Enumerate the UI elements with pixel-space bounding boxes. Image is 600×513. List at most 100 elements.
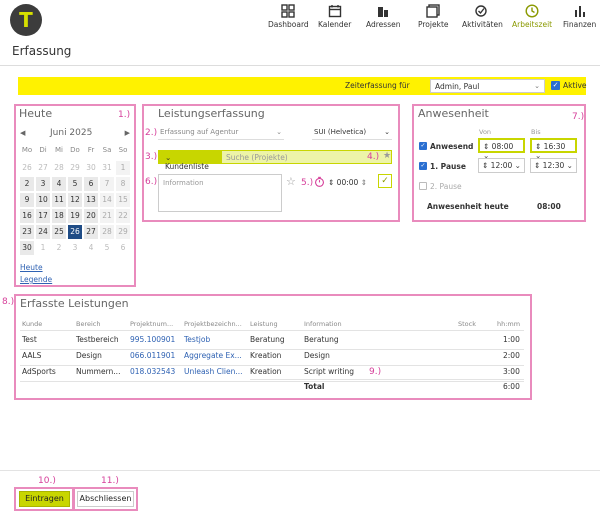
calendar-day[interactable]: 20 — [84, 209, 98, 223]
calendar-day[interactable]: 4 — [52, 177, 66, 191]
calendar-day[interactable]: 17 — [36, 209, 50, 223]
calendar-day[interactable]: 26 — [20, 161, 34, 175]
anwesend-bis-input[interactable]: ⇕ 16:30 ⌄ — [530, 138, 577, 160]
col-header-hhmm[interactable]: hh:mm — [497, 320, 520, 328]
calendar-day[interactable]: 12 — [68, 193, 82, 207]
anwesend-von-input[interactable]: ⇕ 08:00 ⌄ — [478, 138, 525, 160]
nav-arbeitszeit[interactable]: Arbeitszeit — [512, 4, 552, 29]
calendar-day[interactable]: 3 — [68, 241, 82, 255]
time-stepper[interactable]: ⇕ 00:00 ⇕ — [328, 178, 367, 187]
erfassung-select-value: Erfassung auf Agentur — [160, 128, 239, 136]
aktive-checkbox[interactable]: ✓ — [551, 81, 560, 90]
pause2-checkbox[interactable] — [419, 182, 427, 190]
star-outline-icon[interactable]: ☆ — [286, 175, 296, 188]
calendar-day[interactable]: 28 — [100, 225, 114, 239]
calendar-day[interactable]: 19 — [68, 209, 82, 223]
marker-8: 8.) — [2, 297, 15, 307]
table-cell[interactable]: 995.100901 — [130, 335, 175, 344]
col-header-projektnummer[interactable]: Projektnum... — [130, 320, 173, 328]
heute-link[interactable]: Heute — [20, 263, 43, 272]
calendar-day[interactable]: 26 — [68, 225, 82, 239]
calendar-day[interactable]: 9 — [20, 193, 34, 207]
calendar-day[interactable]: 25 — [52, 225, 66, 239]
calendar-day[interactable]: 5 — [68, 177, 82, 191]
calendar-day[interactable]: 16 — [20, 209, 34, 223]
anwesend-checkbox[interactable]: ✓ — [419, 142, 427, 150]
calendar-day[interactable]: 27 — [36, 161, 50, 175]
calendar-day[interactable]: 31 — [100, 161, 114, 175]
calendar-day[interactable]: 10 — [36, 193, 50, 207]
erfassung-select[interactable]: Erfassung auf Agentur ⌄ — [158, 126, 284, 140]
calendar-day[interactable]: 27 — [84, 225, 98, 239]
table-cell[interactable]: 066.011901 — [130, 351, 175, 360]
pause1-bis-value: 12:30 — [542, 161, 565, 170]
search-input[interactable]: Suche (Projekte) — [226, 153, 288, 162]
row-divider — [20, 365, 524, 366]
col-header-leistung[interactable]: Leistung — [250, 320, 278, 328]
nav-kalender[interactable]: Kalender — [318, 4, 351, 29]
confirm-button[interactable]: ✓ — [378, 174, 392, 188]
table-cell[interactable]: Aggregate Ex... — [184, 351, 242, 360]
calendar-day[interactable]: 6 — [84, 177, 98, 191]
calendar-day[interactable]: 30 — [20, 241, 34, 255]
calendar-day[interactable]: 7 — [100, 177, 114, 191]
calendar-day[interactable]: 3 — [36, 177, 50, 191]
calendar-day[interactable]: 21 — [100, 209, 114, 223]
pause1-checkbox[interactable]: ✓ — [419, 162, 427, 170]
legende-link[interactable]: Legende — [20, 275, 52, 284]
user-select[interactable]: Admin, Paul ⌄ — [430, 79, 545, 93]
calendar-day[interactable]: 15 — [116, 193, 130, 207]
sui-select[interactable]: SUI (Helvetica) ⌄ — [312, 126, 392, 140]
calendar-day[interactable]: 29 — [116, 225, 130, 239]
anwesend-von-value: 08:00 — [491, 142, 514, 151]
col-header-projektbezeichnung[interactable]: Projektbezeichn... — [184, 320, 242, 328]
calendar-day[interactable]: 13 — [84, 193, 98, 207]
stopwatch-icon[interactable] — [314, 176, 325, 187]
weekday-label: Mo — [21, 146, 33, 154]
star-icon[interactable]: ★ — [383, 151, 391, 161]
calendar-day[interactable]: 22 — [116, 209, 130, 223]
kundenliste-button[interactable]: ⌄ Kundenliste — [159, 151, 222, 171]
calendar-day[interactable]: 18 — [52, 209, 66, 223]
calendar-day[interactable]: 1 — [116, 161, 130, 175]
app-logo[interactable]: T — [10, 4, 42, 36]
stepper-icon: ⇕ — [534, 161, 543, 170]
abschliessen-button[interactable]: Abschliessen — [77, 491, 134, 507]
pause1-bis-input[interactable]: ⇕ 12:30 ⌄ — [530, 158, 577, 173]
table-cell[interactable]: 018.032543 — [130, 367, 175, 376]
calendar-day[interactable]: 24 — [36, 225, 50, 239]
col-header-kunde[interactable]: Kunde — [22, 320, 42, 328]
calendar-day[interactable]: 23 — [20, 225, 34, 239]
calendar-day[interactable]: 5 — [100, 241, 114, 255]
calendar-day[interactable]: 14 — [100, 193, 114, 207]
calendar-icon — [328, 5, 341, 18]
calendar-day[interactable]: 8 — [116, 177, 130, 191]
nav-projekte[interactable]: Projekte — [418, 4, 449, 29]
calendar-day[interactable]: 6 — [116, 241, 130, 255]
nav-dashboard[interactable]: Dashboard — [268, 4, 309, 29]
calendar-day[interactable]: 4 — [84, 241, 98, 255]
next-month-icon[interactable]: ▶ — [125, 129, 130, 137]
col-header-stock[interactable]: Stock — [458, 320, 476, 328]
calendar-day[interactable]: 2 — [20, 177, 34, 191]
col-header-bereich[interactable]: Bereich — [76, 320, 101, 328]
calendar-day[interactable]: 30 — [84, 161, 98, 175]
nav-finanzen[interactable]: Finanzen — [563, 4, 596, 29]
dashboard-icon — [281, 4, 296, 18]
col-header-information[interactable]: Information — [304, 320, 342, 328]
information-field[interactable]: Information — [158, 174, 282, 212]
table-cell[interactable]: Unleash Clien... — [184, 367, 243, 376]
stepper-icon: ⇕ — [328, 178, 337, 187]
pause1-von-input[interactable]: ⇕ 12:00 ⌄ — [478, 158, 525, 173]
nav-aktivitaeten[interactable]: Aktivitäten — [462, 4, 503, 29]
erfasste-title: Erfasste Leistungen — [20, 297, 129, 310]
calendar-day[interactable]: 29 — [68, 161, 82, 175]
nav-adressen[interactable]: Adressen — [366, 4, 400, 29]
calendar-day[interactable]: 1 — [36, 241, 50, 255]
eintragen-button[interactable]: Eintragen — [19, 491, 70, 507]
table-cell[interactable]: Testjob — [184, 335, 210, 344]
calendar-day[interactable]: 11 — [52, 193, 66, 207]
prev-month-icon[interactable]: ◀ — [20, 129, 25, 137]
calendar-day[interactable]: 2 — [52, 241, 66, 255]
calendar-day[interactable]: 28 — [52, 161, 66, 175]
